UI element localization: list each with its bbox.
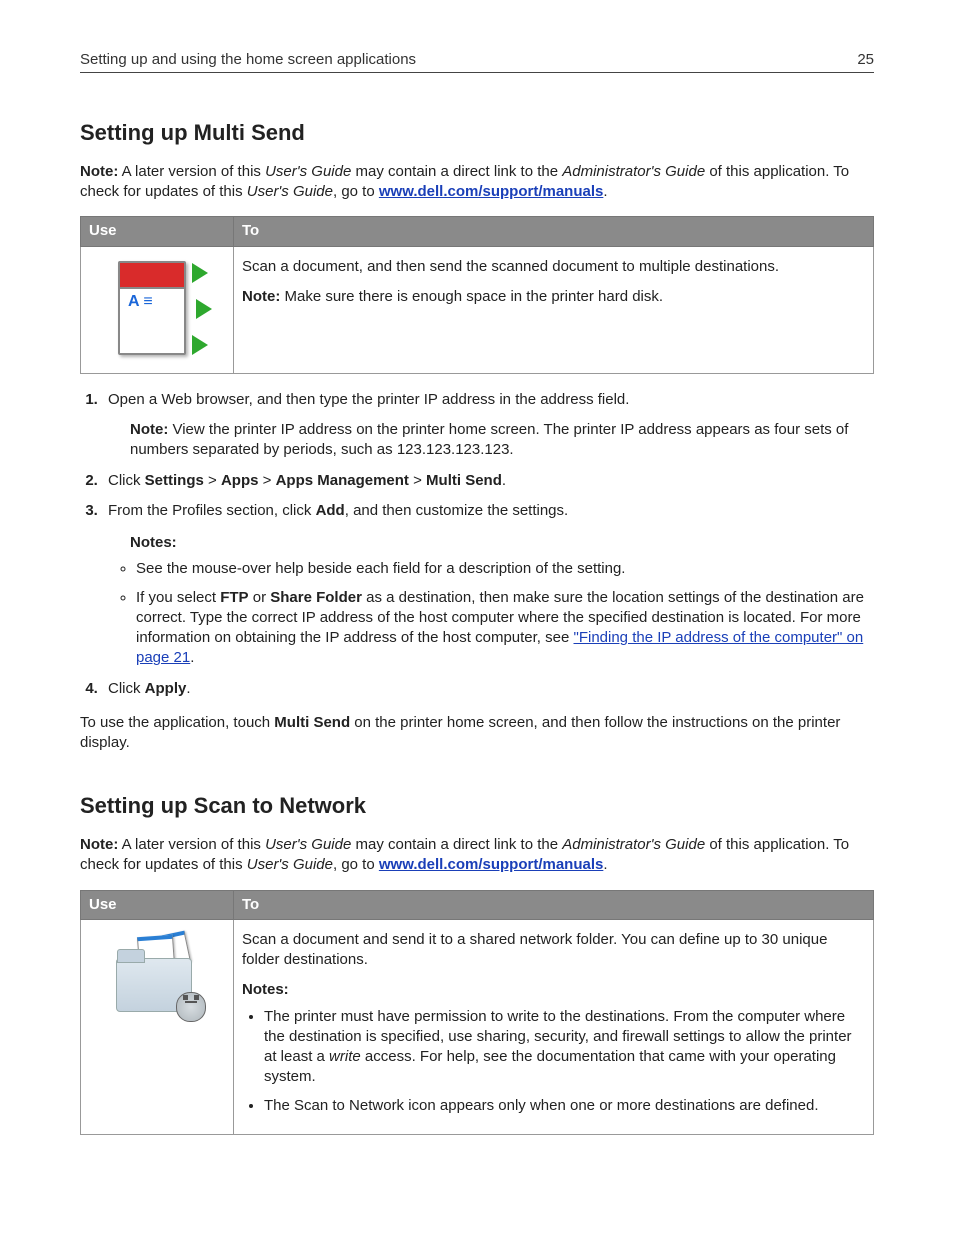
page-number: 25	[857, 50, 874, 70]
step-3: From the Profiles section, click Add, an…	[102, 501, 874, 669]
link-dell-support-2[interactable]: www.dell.com/support/manuals	[379, 856, 603, 873]
note-label: Note:	[242, 288, 280, 305]
step-4: Click Apply.	[102, 679, 874, 699]
network-badge-icon	[176, 992, 206, 1022]
scan-to-network-icon	[112, 930, 202, 1020]
step-1: Open a Web browser, and then type the pr…	[102, 390, 874, 461]
link-dell-support-1[interactable]: www.dell.com/support/manuals	[379, 183, 603, 200]
table-multi-send: Use To A ≡ Scan a docum	[80, 216, 874, 374]
table-row: A ≡ Scan a document, and then send the s…	[81, 246, 874, 373]
th-use: Use	[81, 217, 234, 246]
notes-heading: Notes:	[130, 533, 874, 553]
cell-icon-scan2net	[81, 919, 234, 1134]
th-to: To	[234, 890, 874, 919]
list-item: If you select FTP or Share Folder as a d…	[136, 588, 874, 669]
th-to: To	[234, 217, 874, 246]
cell-icon-multisend: A ≡	[81, 246, 234, 373]
intro-note-multi-send: Note: A later version of this User's Gui…	[80, 162, 874, 203]
notes-heading: Notes:	[242, 980, 865, 1000]
step-2: Click Settings > Apps > Apps Management …	[102, 471, 874, 491]
list-item: The printer must have permission to writ…	[264, 1007, 865, 1088]
cell-desc-multisend: Scan a document, and then send the scann…	[234, 246, 874, 373]
heading-multi-send: Setting up Multi Send	[80, 118, 874, 148]
scan2net-notes-list: The printer must have permission to writ…	[242, 1007, 865, 1116]
step3-notes-list: See the mouse‑over help beside each fiel…	[108, 559, 874, 668]
cell-desc-scan2net: Scan a document and send it to a shared …	[234, 919, 874, 1134]
list-item: The Scan to Network icon appears only wh…	[264, 1096, 865, 1116]
note-label: Note:	[80, 836, 118, 853]
intro-note-scan2net: Note: A later version of this User's Gui…	[80, 835, 874, 876]
multi-send-icon: A ≡	[112, 257, 202, 357]
heading-scan-to-network: Setting up Scan to Network	[80, 791, 874, 821]
outro-multi-send: To use the application, touch Multi Send…	[80, 713, 874, 754]
note-label: Note:	[80, 163, 118, 180]
chapter-title: Setting up and using the home screen app…	[80, 50, 416, 70]
step1-note: Note: View the printer IP address on the…	[130, 420, 874, 461]
table-scan-to-network: Use To Scan a document and send it to a …	[80, 890, 874, 1135]
list-item: See the mouse‑over help beside each fiel…	[136, 559, 874, 579]
page-header: Setting up and using the home screen app…	[80, 50, 874, 73]
table-row: Scan a document and send it to a shared …	[81, 919, 874, 1134]
steps-multi-send: Open a Web browser, and then type the pr…	[80, 390, 874, 699]
th-use: Use	[81, 890, 234, 919]
